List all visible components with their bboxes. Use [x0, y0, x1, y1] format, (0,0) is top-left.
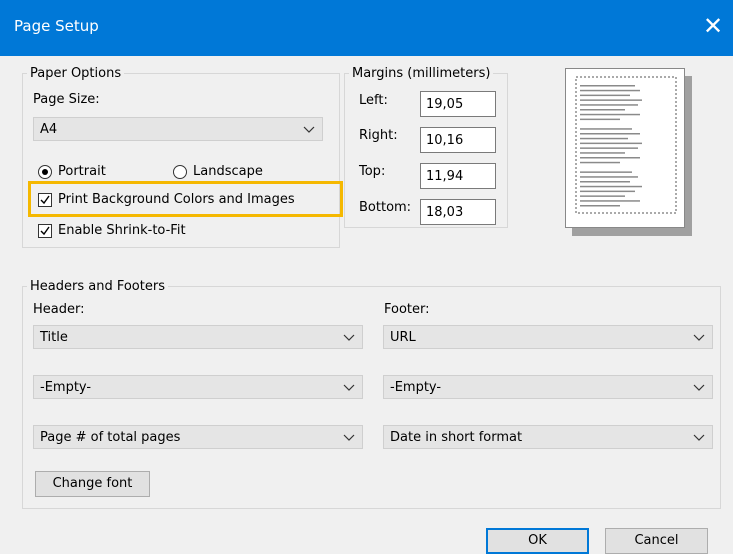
preview-text-line — [580, 128, 632, 130]
preview-text-line — [580, 113, 640, 116]
header-select-2-value: -Empty- — [40, 380, 92, 395]
margins-legend: Margins (millimeters) — [352, 66, 491, 81]
footer-select-1[interactable]: URL — [383, 325, 713, 349]
preview-text-line — [580, 195, 625, 197]
footer-select-2-value: -Empty- — [390, 380, 442, 395]
preview-text-line — [580, 85, 635, 87]
change-font-button[interactable]: Change font — [35, 471, 150, 497]
header-label: Header: — [33, 302, 85, 317]
preview-text-line — [580, 152, 625, 154]
chevron-down-icon — [343, 334, 355, 341]
chevron-down-icon — [303, 126, 315, 133]
page-size-value: A4 — [40, 122, 58, 137]
landscape-radio[interactable] — [173, 165, 187, 179]
preview-text-line — [580, 176, 638, 178]
preview-text-line — [580, 133, 640, 135]
preview-text-line — [580, 99, 642, 101]
page-preview — [565, 68, 685, 228]
header-select-1-value: Title — [40, 330, 68, 345]
headers-footers-legend: Headers and Footers — [30, 279, 165, 294]
preview-text-line — [580, 200, 640, 202]
footer-label: Footer: — [384, 302, 430, 317]
preview-text-line — [580, 157, 640, 159]
window-title: Page Setup — [14, 17, 99, 35]
portrait-label: Portrait — [58, 164, 106, 179]
preview-text-line — [580, 89, 640, 92]
chevron-down-icon — [693, 334, 705, 341]
bottom-margin-label: Bottom: — [359, 200, 412, 215]
chevron-down-icon — [693, 384, 705, 391]
title-bar: Page Setup ✕ — [0, 0, 733, 56]
ok-button[interactable]: OK — [486, 528, 589, 554]
shrink-to-fit-checkbox[interactable] — [38, 224, 52, 238]
print-background-label: Print Background Colors and Images — [58, 192, 295, 207]
left-margin-input[interactable]: 19,05 — [420, 91, 496, 117]
preview-text-line — [580, 205, 620, 207]
top-margin-input[interactable]: 11,94 — [420, 163, 496, 189]
left-margin-label: Left: — [359, 93, 388, 108]
preview-text-line — [580, 190, 635, 193]
preview-text-line — [580, 118, 620, 121]
radio-selected-icon — [42, 169, 48, 175]
portrait-radio[interactable] — [38, 165, 52, 179]
chevron-down-icon — [343, 434, 355, 441]
checkbox-checked-icon — [40, 195, 50, 205]
preview-text-line — [580, 94, 630, 97]
chevron-down-icon — [343, 384, 355, 391]
preview-text-line — [580, 181, 630, 183]
top-margin-label: Top: — [359, 164, 386, 179]
paper-options-legend: Paper Options — [30, 66, 122, 81]
footer-select-1-value: URL — [390, 330, 416, 345]
header-select-1[interactable]: Title — [33, 325, 363, 349]
header-select-2[interactable]: -Empty- — [33, 375, 363, 399]
preview-margin-outline — [575, 76, 677, 214]
chevron-down-icon — [693, 434, 705, 441]
header-select-3[interactable]: Page # of total pages — [33, 425, 363, 449]
preview-text-line — [580, 185, 642, 188]
preview-text-line — [580, 104, 638, 106]
landscape-label: Landscape — [193, 164, 263, 179]
preview-text-line — [580, 137, 628, 140]
header-select-3-value: Page # of total pages — [40, 430, 181, 445]
cancel-button[interactable]: Cancel — [605, 528, 708, 554]
right-margin-label: Right: — [359, 128, 398, 143]
print-background-checkbox[interactable] — [38, 193, 52, 207]
page-size-label: Page Size: — [33, 92, 100, 107]
page-preview-icon — [575, 76, 677, 214]
preview-text-line — [580, 161, 620, 164]
preview-text-line — [580, 147, 638, 149]
checkbox-checked-icon — [40, 226, 50, 236]
page-size-select[interactable]: A4 — [33, 117, 323, 141]
preview-text-line — [580, 109, 625, 111]
shrink-to-fit-label: Enable Shrink-to-Fit — [58, 223, 186, 238]
close-icon[interactable]: ✕ — [699, 12, 727, 40]
preview-text-line — [580, 171, 632, 173]
footer-select-3[interactable]: Date in short format — [383, 425, 713, 449]
bottom-margin-input[interactable]: 18,03 — [420, 199, 496, 225]
footer-select-2[interactable]: -Empty- — [383, 375, 713, 399]
footer-select-3-value: Date in short format — [390, 430, 523, 445]
preview-text-line — [580, 142, 642, 145]
right-margin-input[interactable]: 10,16 — [420, 127, 496, 153]
